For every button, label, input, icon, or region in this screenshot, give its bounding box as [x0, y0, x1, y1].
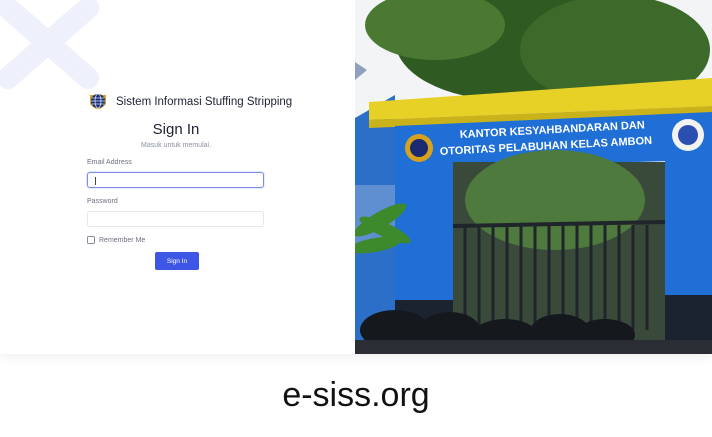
login-panel: Sistem Informasi Stuffing Stripping Sign…: [0, 0, 355, 354]
text-cursor: [95, 177, 96, 185]
password-label: Password: [87, 198, 118, 205]
login-card: Sistem Informasi Stuffing Stripping Sign…: [0, 0, 712, 354]
email-field[interactable]: [87, 172, 264, 188]
brand: Sistem Informasi Stuffing Stripping: [86, 90, 292, 114]
remember-me[interactable]: Remember Me: [87, 236, 145, 244]
decorative-x-shape: [0, 0, 99, 89]
globe-emblem-icon: [90, 93, 106, 109]
brand-name: Sistem Informasi Stuffing Stripping: [116, 96, 293, 108]
password-field[interactable]: [87, 211, 264, 227]
email-label: Email Address: [87, 159, 132, 166]
remember-me-label: Remember Me: [99, 236, 146, 244]
site-url: e-siss.org: [282, 376, 430, 414]
office-gate-photo: KANTOR KESYAHBANDARAN DAN OTORITAS PELAB…: [355, 0, 712, 354]
footer: e-siss.org: [0, 354, 712, 437]
sign-in-button[interactable]: Sign In: [155, 252, 199, 270]
page-title: Sign In: [152, 121, 200, 138]
office-gate-illustration: KANTOR KESYAHBANDARAN DAN OTORITAS PELAB…: [355, 0, 712, 354]
remember-me-checkbox[interactable]: [87, 236, 95, 244]
page-subtitle: Masuk untuk memulai.: [140, 142, 212, 149]
